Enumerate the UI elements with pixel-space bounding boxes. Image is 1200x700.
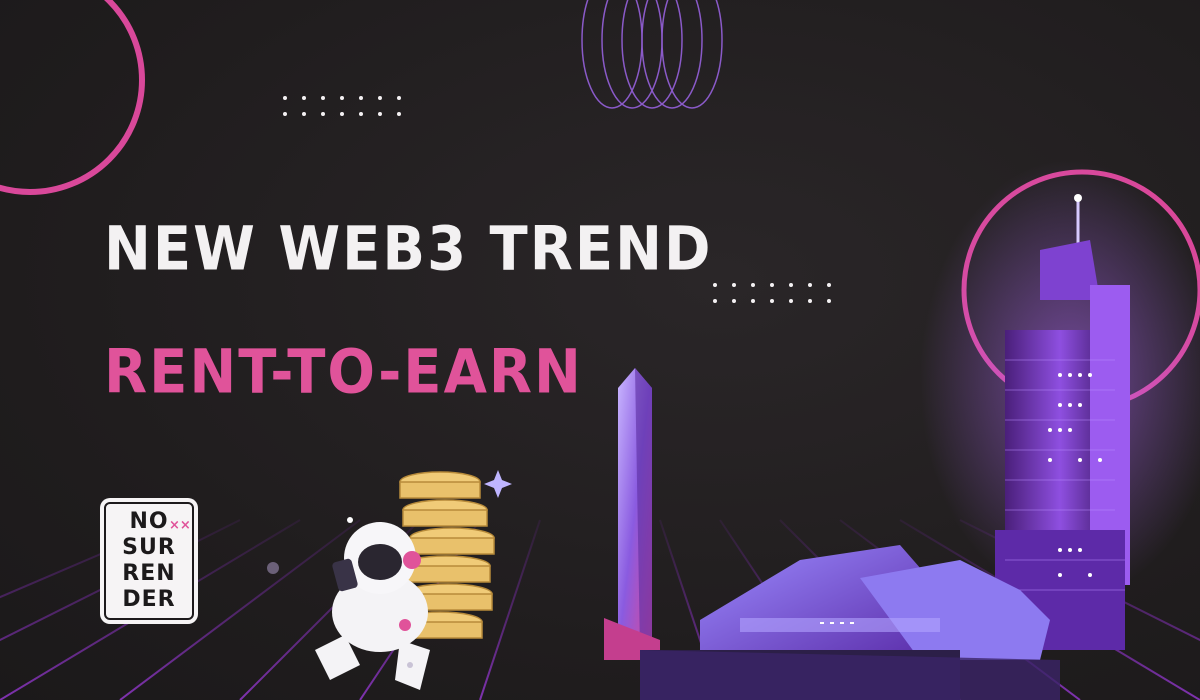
headline: NEW WEB3 TREND [104, 214, 713, 285]
dot-pattern [713, 283, 831, 303]
banner-canvas: NEW WEB3 TREND RENT-TO-EARN NO SUR REN D… [0, 0, 1200, 700]
badge-line: DER [122, 587, 176, 612]
bubble-decoration [407, 662, 413, 668]
badge-line: REN [122, 561, 176, 586]
badge-mark: ×× [169, 518, 191, 533]
ring-decoration [0, 0, 145, 195]
sparkle-icon [484, 470, 512, 498]
bubble-decoration [347, 517, 353, 523]
dot-pattern [283, 96, 401, 116]
brand-logo-badge: NO SUR REN DER ×× [104, 502, 194, 620]
badge-line: SUR [122, 535, 176, 560]
spire-tower [604, 368, 660, 660]
loop-decoration [581, 0, 723, 109]
subheadline: RENT-TO-EARN [104, 337, 583, 408]
badge-line: NO [129, 509, 169, 534]
bubble-decoration [267, 562, 279, 574]
